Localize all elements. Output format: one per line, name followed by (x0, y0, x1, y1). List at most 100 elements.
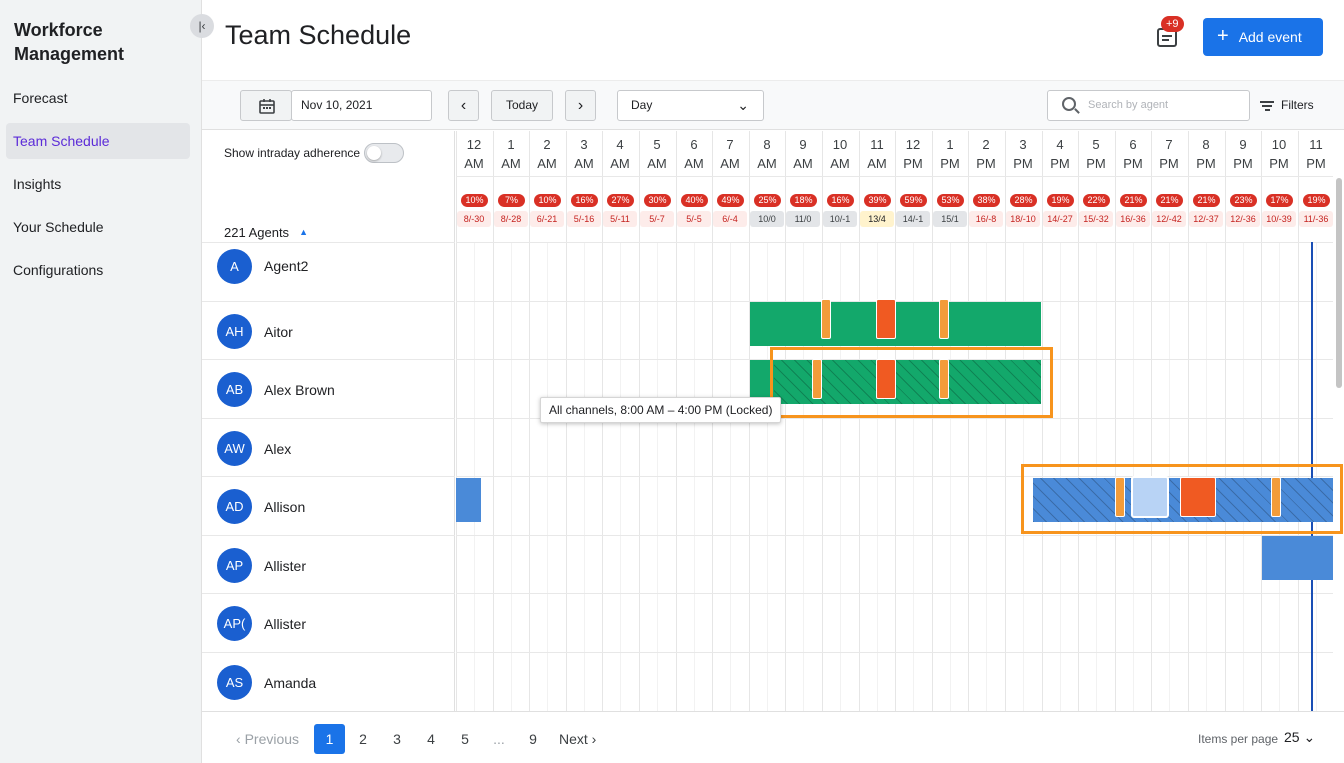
hour-number: 2 (543, 137, 551, 152)
hour-period: PM (1233, 156, 1253, 171)
agent-row[interactable]: AW Alex (202, 418, 455, 477)
agent-count-label: 221 Agents (224, 225, 290, 240)
previous-page-button[interactable]: ‹ Previous (236, 724, 299, 754)
break-block[interactable] (821, 299, 831, 339)
hour-label: 1 PM (932, 135, 968, 173)
agent-row[interactable]: AP Allister (202, 535, 455, 594)
staffing-ratio: 5/-11 (603, 211, 637, 227)
adherence-toggle[interactable] (364, 143, 404, 163)
coverage-percent-badge: 59% (900, 194, 927, 207)
page-5-button[interactable]: 5 (455, 724, 475, 754)
hour-period: AM (684, 156, 704, 171)
lunch-block[interactable] (876, 299, 896, 339)
calendar-button[interactable] (240, 90, 292, 121)
break-block[interactable] (939, 299, 949, 339)
items-per-page-value: 25 (1284, 729, 1300, 745)
sidebar-item-forecast[interactable]: Forecast (6, 80, 190, 116)
coverage-percent-badge: 30% (644, 194, 671, 207)
hour-number: 8 (763, 137, 771, 152)
staffing-ratio: 15/1 (933, 211, 967, 227)
page-title: Team Schedule (225, 20, 412, 50)
coverage-percent-badge: 27% (607, 194, 634, 207)
agent-row[interactable]: AH Aitor (202, 301, 455, 360)
avatar: AH (217, 314, 252, 349)
hour-number: 10 (1271, 137, 1287, 152)
row-divider (456, 593, 1333, 594)
staffing-ratio: 16/-36 (1116, 211, 1150, 227)
hour-label: 2 AM (529, 135, 565, 173)
staffing-ratio: 8/-30 (457, 211, 491, 227)
hour-number: 11 (870, 137, 884, 152)
page-2-button[interactable]: 2 (353, 724, 373, 754)
coverage-percent-badge: 10% (461, 194, 488, 207)
chevron-left-icon: ‹ (460, 97, 467, 114)
staffing-ratio: 8/-28 (494, 211, 528, 227)
view-select-value: Day (631, 98, 653, 112)
agent-count[interactable]: 221 Agents ▲ (224, 225, 308, 240)
hour-number: 5 (653, 137, 661, 152)
toggle-knob (367, 146, 381, 160)
filters-button[interactable]: Filters (1260, 98, 1314, 113)
agent-row[interactable]: AB Alex Brown (202, 359, 455, 418)
hour-number: 8 (1202, 137, 1210, 152)
previous-day-button[interactable]: ‹ (448, 90, 479, 121)
app-title: Workforce Management (14, 20, 125, 64)
hour-number: 12 (466, 137, 482, 152)
hour-label: 1 AM (493, 135, 529, 173)
hour-period: PM (903, 156, 923, 171)
hour-label: 8 PM (1188, 135, 1224, 173)
shift-block[interactable] (1262, 536, 1333, 580)
staffing-ratio: 14/-1 (896, 211, 930, 227)
sidebar-item-team-schedule[interactable]: Team Schedule (6, 123, 190, 159)
hour-label: 4 AM (602, 135, 638, 173)
hour-label: 10 AM (822, 135, 858, 173)
coverage-percent-badge: 21% (1193, 194, 1220, 207)
hour-number: 1 (946, 137, 954, 152)
add-event-button[interactable]: + Add event (1203, 18, 1323, 56)
vertical-scrollbar[interactable] (1336, 178, 1342, 388)
items-per-page-select[interactable]: 25 ⌄ (1284, 729, 1315, 746)
agent-row[interactable]: A Agent2 (202, 242, 455, 301)
hour-label: 6 PM (1115, 135, 1151, 173)
sidebar-nav: Forecast Team Schedule Insights Your Sch… (6, 80, 190, 295)
date-input[interactable]: Nov 10, 2021 (291, 90, 432, 121)
hour-label: 3 PM (1005, 135, 1041, 173)
coverage-percent-badge: 38% (973, 194, 1000, 207)
next-day-button[interactable]: › (565, 90, 596, 121)
search-input[interactable]: Search by agent (1047, 90, 1250, 121)
shift-block[interactable] (456, 478, 481, 522)
hour-period: PM (976, 156, 996, 171)
agent-row[interactable]: AD Allison (202, 476, 455, 535)
coverage-percent-badge: 17% (1266, 194, 1293, 207)
view-select[interactable]: Day ⌄ (617, 90, 764, 121)
page-3-button[interactable]: 3 (387, 724, 407, 754)
hour-number: 7 (726, 137, 734, 152)
agent-row[interactable]: AS Amanda (202, 652, 455, 711)
next-page-button[interactable]: Next › (559, 724, 596, 754)
hour-label: 11 AM (859, 135, 895, 173)
hour-number: 3 (1019, 137, 1027, 152)
today-button[interactable]: Today (491, 90, 553, 121)
staffing-ratio: 12/-37 (1189, 211, 1223, 227)
agent-list-panel: Show intraday adherence 221 Agents ▲ A Age… (202, 131, 455, 711)
coverage-percent-badge: 16% (571, 194, 598, 207)
staffing-ratio: 10/0 (750, 211, 784, 227)
sidebar-item-insights[interactable]: Insights (6, 166, 190, 202)
page-4-button[interactable]: 4 (421, 724, 441, 754)
sidebar-item-configurations[interactable]: Configurations (6, 252, 190, 288)
collapse-sidebar-icon[interactable]: |‹ (190, 14, 214, 38)
sidebar-item-your-schedule[interactable]: Your Schedule (6, 209, 190, 245)
page-9-button[interactable]: 9 (523, 724, 543, 754)
hour-period: AM (574, 156, 594, 171)
hour-period: AM (720, 156, 740, 171)
header-divider (456, 176, 1333, 177)
agent-row[interactable]: AP(Allister (202, 593, 455, 652)
staffing-ratio: 12/-36 (1226, 211, 1260, 227)
notification-badge: +9 (1161, 16, 1184, 32)
hour-period: AM (757, 156, 777, 171)
page-1-button[interactable]: 1 (314, 724, 345, 754)
hour-period: PM (1123, 156, 1143, 171)
hour-number: 10 (832, 137, 848, 152)
hour-period: AM (793, 156, 813, 171)
row-divider (456, 242, 1333, 243)
